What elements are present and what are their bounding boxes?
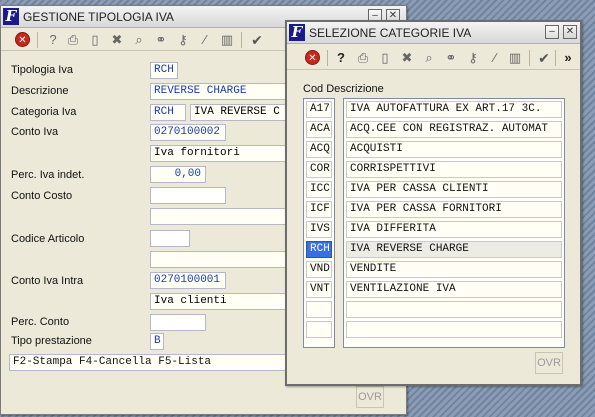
- code-cell[interactable]: [306, 321, 332, 338]
- tipo-prestazione-label: Tipo prestazione: [11, 335, 92, 347]
- description-column-list: IVA AUTOFATTURA EX ART.17 3C. ACQ.CEE CON…: [343, 98, 565, 348]
- help-icon[interactable]: ?: [333, 50, 349, 66]
- description-cell[interactable]: ACQ.CEE CON REGISTRAZ. AUTOMAT: [346, 121, 562, 138]
- perc-indet-field[interactable]: 0,00: [150, 166, 206, 183]
- binoculars-icon[interactable]: ⚭: [443, 50, 459, 66]
- code-cell[interactable]: VNT: [306, 281, 332, 298]
- toolbar-separator: [327, 50, 328, 66]
- descrizione-label: Descrizione: [11, 85, 69, 97]
- confirm-icon[interactable]: ✔: [536, 50, 552, 66]
- code-cell[interactable]: COR: [306, 161, 332, 178]
- new-document-icon[interactable]: ▯: [377, 50, 393, 66]
- search-icon[interactable]: ⌕: [421, 50, 437, 66]
- new-document-icon[interactable]: ▯: [87, 32, 103, 48]
- popup-window: F SELEZIONE CATEGORIE IVA – ✕ ✕ ? ⎙ ▯ ✖ …: [285, 20, 582, 386]
- key-icon[interactable]: ⚷: [175, 32, 191, 48]
- delete-icon[interactable]: ✖: [109, 32, 125, 48]
- magic-wand-icon[interactable]: ⁄: [487, 50, 503, 66]
- conto-costo-description-field: [150, 208, 290, 225]
- toolbar-separator: [555, 50, 556, 66]
- columns-icon[interactable]: ▥: [219, 32, 235, 48]
- conto-costo-code-field[interactable]: [150, 187, 226, 204]
- categoria-code-field[interactable]: RCH: [150, 104, 186, 121]
- search-icon[interactable]: ⌕: [131, 32, 147, 48]
- conto-intra-code-field[interactable]: 0270100001: [150, 272, 226, 289]
- description-cell[interactable]: CORRISPETTIVI: [346, 161, 562, 178]
- popup-minimize-button[interactable]: –: [545, 25, 559, 39]
- description-cell[interactable]: ACQUISTI: [346, 141, 562, 158]
- code-cell[interactable]: ICC: [306, 181, 332, 198]
- code-cell[interactable]: ICF: [306, 201, 332, 218]
- description-cell[interactable]: IVA PER CASSA CLIENTI: [346, 181, 562, 198]
- description-cell[interactable]: VENDITE: [346, 261, 562, 278]
- toolbar-separator: [241, 32, 242, 48]
- codice-articolo-label: Codice Articolo: [11, 233, 85, 245]
- app-logo-icon: F: [289, 24, 305, 41]
- perc-conto-label: Perc. Conto: [11, 316, 70, 328]
- confirm-icon[interactable]: ✔: [249, 32, 265, 48]
- description-cell[interactable]: VENTILAZIONE IVA: [346, 281, 562, 298]
- print-icon[interactable]: ⎙: [65, 32, 81, 48]
- perc-conto-field[interactable]: [150, 314, 206, 331]
- code-cell[interactable]: [306, 301, 332, 318]
- categoria-label: Categoria Iva: [11, 106, 77, 118]
- code-cell[interactable]: ACA: [306, 121, 332, 138]
- popup-title: SELEZIONE CATEGORIE IVA: [309, 26, 472, 40]
- popup-titlebar: F SELEZIONE CATEGORIE IVA – ✕: [287, 22, 580, 44]
- print-icon[interactable]: ⎙: [355, 50, 371, 66]
- popup-ovr-indicator: OVR: [535, 352, 563, 374]
- conto-iva-label: Conto Iva: [11, 126, 59, 138]
- toolbar-separator: [529, 50, 530, 66]
- code-cell[interactable]: IVS: [306, 221, 332, 238]
- popup-toolbar: ✕ ? ⎙ ▯ ✖ ⌕ ⚭ ⚷ ⁄ ▥ ✔ »: [287, 44, 580, 70]
- tipologia-label: Tipologia Iva: [11, 64, 73, 76]
- conto-iva-description-field: Iva fornitori: [150, 145, 290, 162]
- description-cell[interactable]: IVA DIFFERITA: [346, 221, 562, 238]
- conto-intra-description-field: Iva clienti: [150, 293, 290, 310]
- exit-icon[interactable]: ✕: [15, 32, 30, 47]
- tipologia-field[interactable]: RCH: [150, 62, 178, 79]
- app-logo-icon: F: [3, 8, 19, 25]
- descrizione-field[interactable]: REVERSE CHARGE: [150, 83, 290, 100]
- delete-icon[interactable]: ✖: [399, 50, 415, 66]
- codice-articolo-code-field[interactable]: [150, 230, 190, 247]
- conto-costo-label: Conto Costo: [11, 190, 73, 202]
- description-cell[interactable]: IVA REVERSE CHARGE: [346, 241, 562, 258]
- code-cell[interactable]: RCH: [306, 241, 332, 258]
- more-tools-icon[interactable]: »: [560, 50, 576, 66]
- conto-iva-code-field[interactable]: 0270100002: [150, 124, 226, 141]
- code-column-list: A17 ACA ACQ COR ICC ICF IVS RCH VND VNT: [303, 98, 335, 348]
- code-cell[interactable]: ACQ: [306, 141, 332, 158]
- columns-icon[interactable]: ▥: [507, 50, 523, 66]
- categoria-description-field: IVA REVERSE C: [190, 104, 290, 121]
- help-icon[interactable]: ?: [45, 32, 61, 48]
- code-cell[interactable]: VND: [306, 261, 332, 278]
- description-cell[interactable]: IVA PER CASSA FORNITORI: [346, 201, 562, 218]
- exit-icon[interactable]: ✕: [305, 50, 320, 65]
- popup-close-button[interactable]: ✕: [563, 25, 577, 39]
- binoculars-icon[interactable]: ⚭: [153, 32, 169, 48]
- main-window-title: GESTIONE TIPOLOGIA IVA: [23, 10, 174, 24]
- description-cell[interactable]: IVA AUTOFATTURA EX ART.17 3C.: [346, 101, 562, 118]
- ovr-indicator: OVR: [356, 386, 384, 408]
- perc-indet-label: Perc. Iva indet.: [11, 169, 85, 181]
- status-bar: F2-Stampa F4-Cancella F5-Lista: [9, 354, 299, 371]
- conto-intra-label: Conto Iva Intra: [11, 275, 84, 287]
- description-cell[interactable]: [346, 321, 562, 338]
- tipo-prestazione-field[interactable]: B: [150, 333, 164, 350]
- description-cell[interactable]: [346, 301, 562, 318]
- list-header-label: Cod Descrizione: [303, 83, 384, 95]
- toolbar-separator: [37, 32, 38, 48]
- codice-articolo-description-field: [150, 251, 290, 268]
- code-cell[interactable]: A17: [306, 101, 332, 118]
- magic-wand-icon[interactable]: ⁄: [197, 32, 213, 48]
- key-icon[interactable]: ⚷: [465, 50, 481, 66]
